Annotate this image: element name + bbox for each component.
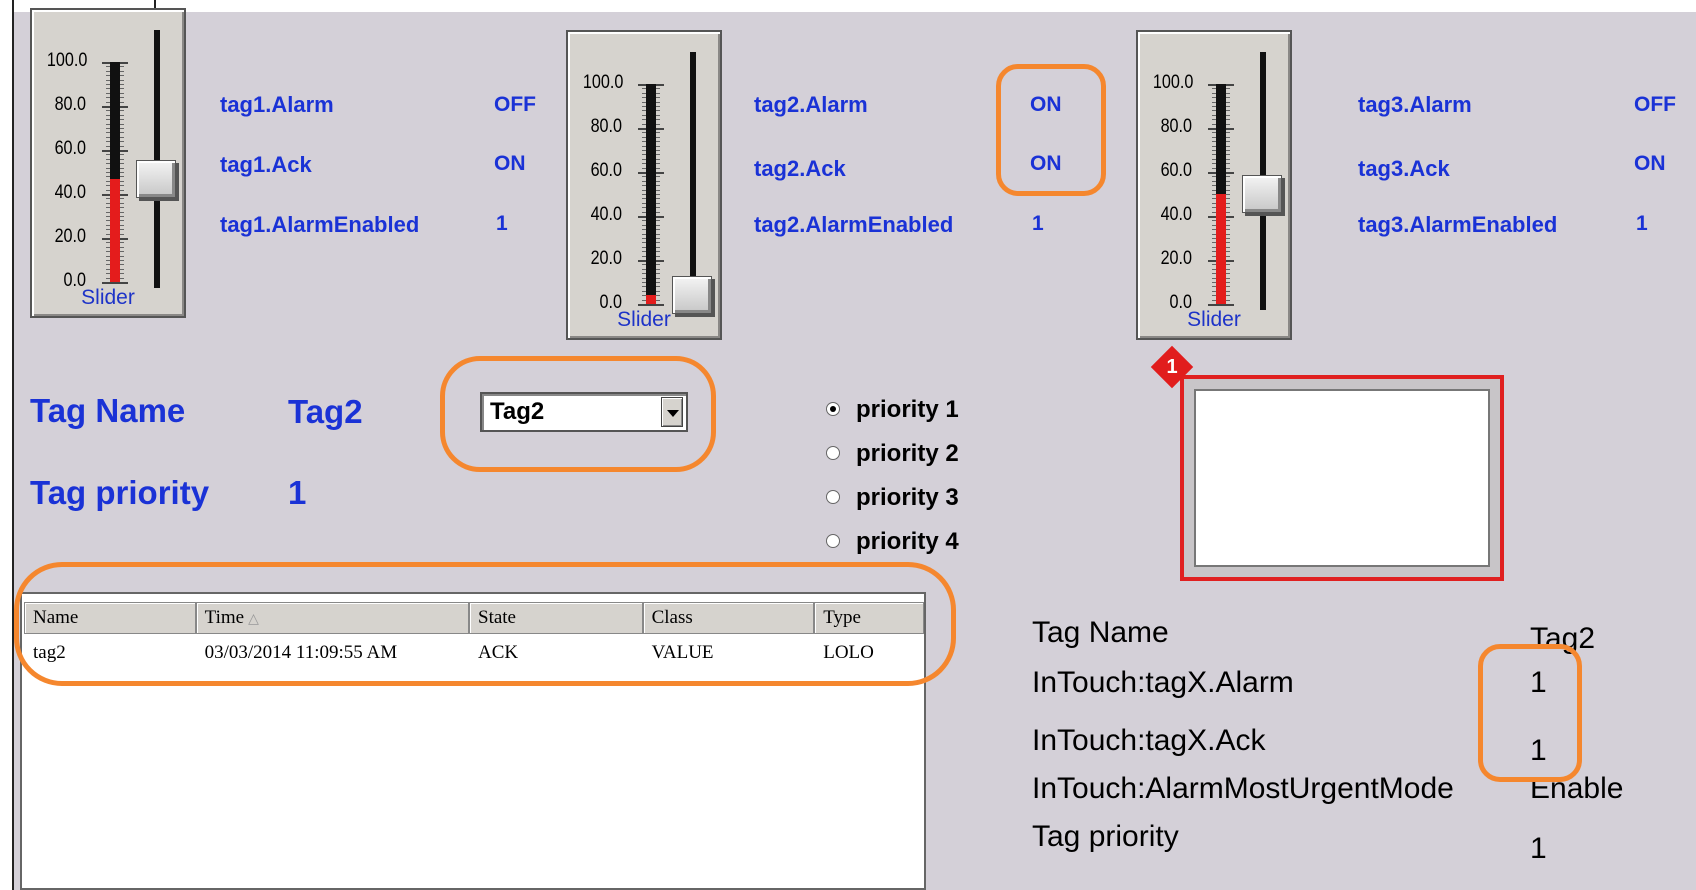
slider-tick-label: 60.0 [1160,160,1192,181]
slider-tick-label: 20.0 [1160,248,1192,269]
tag2-alarm-label: tag2.Alarm [754,92,868,117]
slider-tick-label: 80.0 [1160,116,1192,137]
slider-tick-label: 20.0 [590,248,622,269]
tag3-alarmenabled-label: tag3.AlarmEnabled [1358,212,1558,237]
slider-level-fill [646,295,656,304]
window-top-border [14,0,1696,12]
slider-2[interactable]: 100.0 80.0 60.0 40.0 20.0 0.0 Slider [566,30,722,340]
slider-tick-label: 80.0 [54,94,86,115]
tag1-alarmenabled-value: 1 [496,212,508,235]
info-tag-name-label: Tag Name [1032,616,1169,649]
priority-4-radio[interactable] [826,534,840,548]
tag2-alarmenabled-label: tag2.AlarmEnabled [754,212,954,237]
highlight-alarm-grid [14,562,956,686]
slider-tick-label: 100.0 [582,72,624,93]
tag3-ack-value: ON [1634,152,1666,175]
priority-2-radio[interactable] [826,446,840,460]
slider-1[interactable]: 100.0 80.0 60.0 40.0 20.0 0.0 Slider [30,8,186,318]
slider-caption: Slider [81,286,135,309]
slider-level-bar [646,84,656,304]
highlight-tag2-status [996,64,1106,196]
tag2-alarmenabled-value: 1 [1032,212,1044,235]
slider-level-fill [1216,194,1226,304]
slider-track [690,52,696,310]
tag-name-value: Tag2 [288,393,363,430]
tag-priority-value: 1 [288,474,307,511]
slider-tick-label: 20.0 [54,226,86,247]
alarm-badge-count: 1 [1166,356,1178,378]
tag1-alarm-value: OFF [494,93,536,116]
priority-4-label: priority 4 [856,528,959,555]
tag3-alarmenabled-value: 1 [1636,212,1648,235]
tag3-ack-label: tag3.Ack [1358,156,1450,181]
slider-tick-label: 60.0 [54,138,86,159]
tag1-ack-value: ON [494,152,526,175]
priority-2-label: priority 2 [856,440,959,467]
slider-caption: Slider [617,308,671,331]
info-priority-label: Tag priority [1032,820,1179,853]
slider-level-fill [110,178,120,282]
tag2-ack-label: tag2.Ack [754,156,846,181]
tag3-alarm-label: tag3.Alarm [1358,92,1472,117]
info-ack-label: InTouch:tagX.Ack [1032,724,1266,757]
tag-priority-label: Tag priority [30,474,210,511]
slider-tick-label: 80.0 [590,116,622,137]
slider-caption: Slider [1187,308,1241,331]
slider-tick-label: 40.0 [590,204,622,225]
highlight-info-values [1478,644,1582,782]
tag1-alarm-label: tag1.Alarm [220,92,334,117]
priority-1-radio[interactable] [826,402,840,416]
slider-tick-label: 100.0 [46,50,88,71]
slider-tick-label: 60.0 [590,160,622,181]
priority-1-label: priority 1 [856,396,959,423]
info-urgent-mode-label: InTouch:AlarmMostUrgentMode [1032,772,1454,805]
slider-tick-label: 40.0 [1160,204,1192,225]
info-alarm-label: InTouch:tagX.Alarm [1032,666,1294,699]
tag1-ack-label: tag1.Ack [220,152,312,177]
slider-tick-label: 100.0 [1152,72,1194,93]
tag1-alarmenabled-label: tag1.AlarmEnabled [220,212,420,237]
priority-3-label: priority 3 [856,484,959,511]
tag-name-label: Tag Name [30,392,186,429]
alarm-indicator-box [1180,375,1504,581]
highlight-tag-select [440,356,716,472]
slider-thumb[interactable] [1242,175,1282,213]
priority-3-radio[interactable] [826,490,840,504]
slider-tick-label: 40.0 [54,182,86,203]
slider-3[interactable]: 100.0 80.0 60.0 40.0 20.0 0.0 Slider [1136,30,1292,340]
info-priority-value: 1 [1530,832,1547,865]
tag3-alarm-value: OFF [1634,93,1676,116]
slider-thumb[interactable] [136,159,176,198]
window-left-border [0,0,14,890]
